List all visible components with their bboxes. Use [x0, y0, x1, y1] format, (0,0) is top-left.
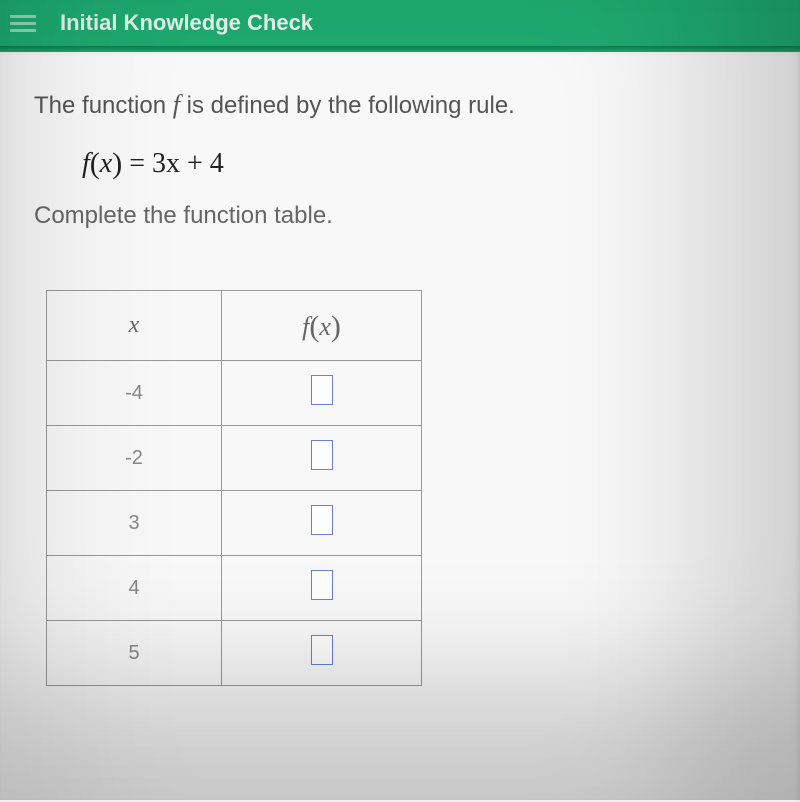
table-row: 3: [47, 491, 422, 556]
column-header-x: x: [47, 291, 222, 361]
hamburger-menu-icon[interactable]: [10, 15, 36, 32]
question-intro: The function f is defined by the followi…: [34, 90, 766, 120]
x-value-cell: -2: [47, 426, 222, 491]
fx-input-cell: [222, 556, 422, 621]
table-header-row: x f(x): [47, 291, 422, 361]
app-header: Initial Knowledge Check: [0, 0, 800, 46]
function-name: f: [173, 90, 180, 119]
fx-input-cell: [222, 491, 422, 556]
intro-text-post: is defined by the following rule.: [180, 92, 515, 119]
table-row: 5: [47, 621, 422, 686]
answer-input[interactable]: [311, 570, 333, 600]
x-value-cell: 5: [47, 621, 222, 686]
answer-input[interactable]: [311, 375, 333, 405]
answer-input[interactable]: [311, 440, 333, 470]
function-table: x f(x) -4 -2 3 4 5: [46, 290, 422, 686]
table-row: -4: [47, 361, 422, 426]
x-value-cell: 4: [47, 556, 222, 621]
function-rule-equation: f(x) = 3x + 4: [82, 146, 766, 180]
equation-rhs: 3x + 4: [152, 148, 224, 179]
intro-text-pre: The function: [34, 92, 173, 119]
fx-input-cell: [222, 621, 422, 686]
column-header-fx: f(x): [222, 291, 422, 361]
question-panel: The function f is defined by the followi…: [0, 52, 800, 802]
table-row: 4: [47, 556, 422, 621]
answer-input[interactable]: [311, 635, 333, 665]
table-row: -2: [47, 426, 422, 491]
fx-input-cell: [222, 361, 422, 426]
fx-input-cell: [222, 426, 422, 491]
header-title: Initial Knowledge Check: [60, 10, 313, 36]
x-value-cell: 3: [47, 491, 222, 556]
question-instruction: Complete the function table.: [34, 202, 766, 230]
answer-input[interactable]: [311, 505, 333, 535]
x-value-cell: -4: [47, 361, 222, 426]
